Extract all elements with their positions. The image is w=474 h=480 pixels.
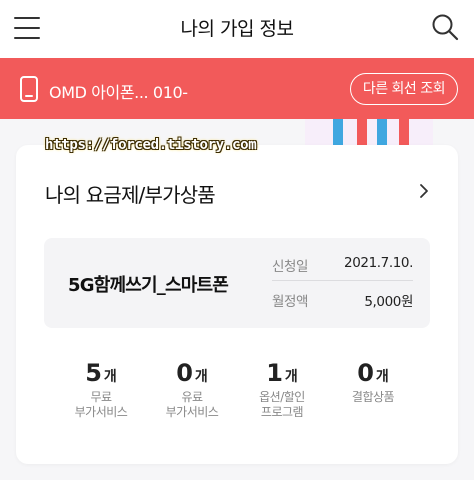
- stat-bundle-products[interactable]: 0개 결합상품: [328, 359, 418, 405]
- stat-label: 무료 부가서비스: [74, 390, 128, 419]
- stat-count: 0개: [357, 359, 389, 387]
- plan-info-box[interactable]: 5G함께쓰기_스마트폰 신청일 2021.7.10. 월정액 5,000원: [44, 238, 430, 328]
- search-icon[interactable]: [430, 12, 460, 42]
- plan-row-signup-date: 신청일 2021.7.10.: [272, 248, 413, 281]
- stat-free-addon-services[interactable]: 5개 무료 부가서비스: [56, 359, 146, 420]
- top-app-bar: 나의 가입 정보: [0, 0, 474, 58]
- stat-count: 0개: [176, 359, 208, 387]
- stat-count: 1개: [266, 359, 298, 387]
- plan-row-label: 신청일: [272, 259, 309, 275]
- plan-summary-card: 나의 요금제/부가상품 5G함께쓰기_스마트폰 신청일 2021.7.10. 월…: [16, 145, 458, 464]
- plan-name: 5G함께쓰기_스마트폰: [68, 275, 229, 296]
- plan-row-value: 2021.7.10.: [344, 255, 413, 271]
- stat-option-discount-programs[interactable]: 1개 옵션/할인 프로그램: [237, 359, 327, 420]
- stat-count: 5개: [85, 359, 117, 387]
- watermark-text: https://forced.tistory.com: [45, 137, 257, 153]
- stat-label: 결합상품: [351, 390, 395, 404]
- current-line-label: OMD 아이폰... 010-: [49, 83, 188, 102]
- card-title: 나의 요금제/부가상품: [45, 183, 216, 207]
- other-line-lookup-button[interactable]: 다른 회선 조회: [349, 73, 458, 105]
- plan-row-label: 월정액: [272, 294, 309, 310]
- stat-label: 옵션/할인 프로그램: [259, 390, 305, 419]
- stat-paid-addon-services[interactable]: 0개 유료 부가서비스: [147, 359, 237, 420]
- plan-row-value: 5,000원: [364, 294, 413, 310]
- stat-label: 유료 부가서비스: [165, 390, 219, 419]
- phone-icon: [20, 76, 38, 102]
- page-title: 나의 가입 정보: [180, 18, 294, 40]
- plan-row-monthly-fee: 월정액 5,000원: [272, 283, 413, 316]
- chevron-right-icon[interactable]: [418, 182, 430, 200]
- line-selector-bar: OMD 아이폰... 010- 다른 회선 조회: [0, 58, 474, 119]
